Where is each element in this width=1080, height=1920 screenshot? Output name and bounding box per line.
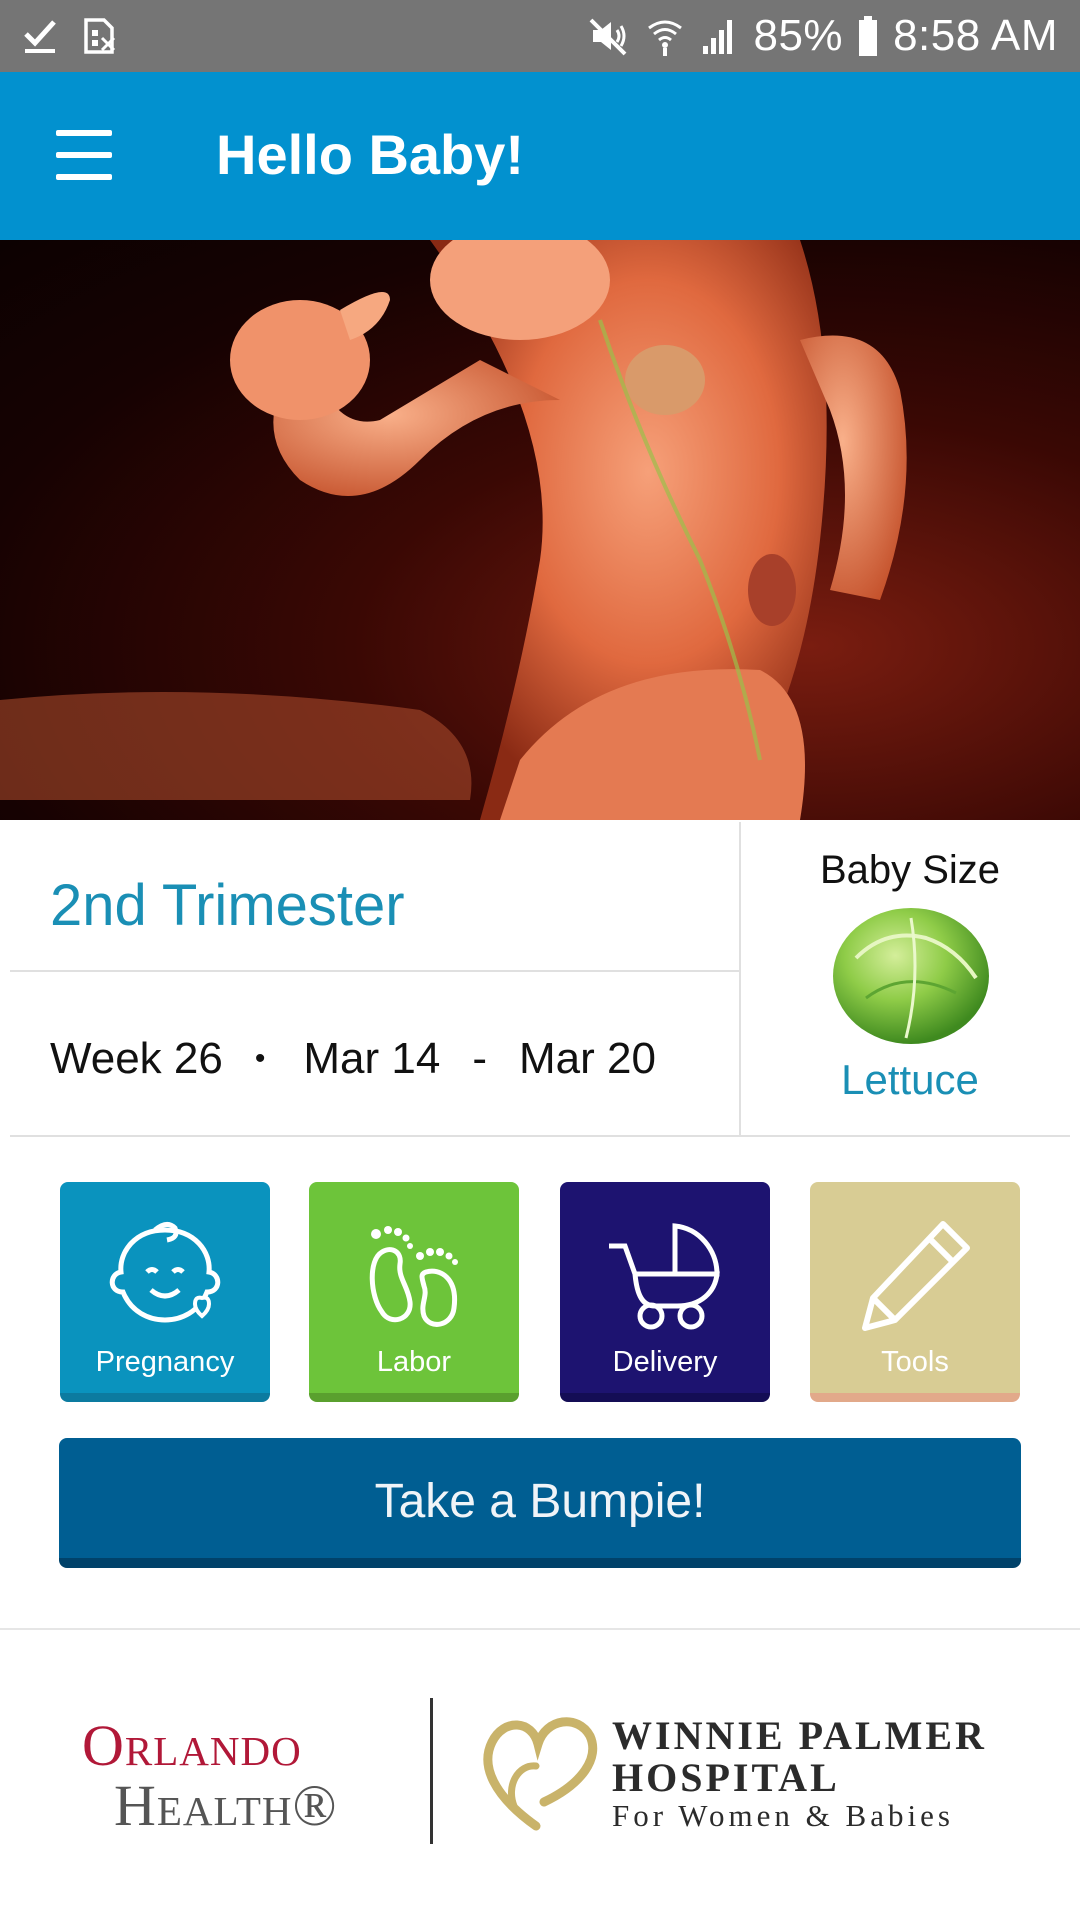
- app-title: Hello Baby!: [216, 123, 525, 186]
- divider: [10, 970, 740, 972]
- clock: 8:58 AM: [893, 11, 1058, 60]
- labor-tile-button[interactable]: Labor: [309, 1182, 519, 1402]
- pregnancy-tile-button[interactable]: Pregnancy: [60, 1182, 270, 1402]
- status-right-icons: 85% 8:58 AM: [587, 0, 1058, 72]
- range-dash: -: [472, 1034, 487, 1083]
- separator-dot: •: [254, 1042, 266, 1075]
- tile-label: Labor: [376, 1346, 452, 1378]
- winnie-logo-line3: For Women & Babies: [612, 1798, 954, 1833]
- status-left-icons: [22, 16, 118, 56]
- divider: [10, 1135, 1070, 1137]
- pencil-icon: [862, 1221, 970, 1331]
- tile-label: Pregnancy: [95, 1346, 235, 1378]
- orlando-logo-line2: Health®: [114, 1773, 338, 1838]
- hamburger-menu-icon[interactable]: [44, 122, 124, 192]
- baby-size-name[interactable]: Lettuce: [740, 1056, 1080, 1104]
- start-date: Mar 14: [303, 1034, 441, 1083]
- app-bar: Hello Baby!: [0, 72, 1080, 240]
- sim-icon: [84, 18, 116, 54]
- delivery-tile-button[interactable]: Delivery: [560, 1182, 770, 1402]
- take-bumpie-button[interactable]: Take a Bumpie!: [59, 1438, 1021, 1568]
- orlando-logo-line1: Orlando: [82, 1713, 302, 1778]
- fetus-week-26-illustration: [0, 240, 1080, 820]
- signal-icon: [703, 20, 733, 54]
- tools-tile-button[interactable]: Tools: [810, 1182, 1020, 1402]
- week-label: Week 26: [50, 1034, 223, 1083]
- take-bumpie-label: Take a Bumpie!: [374, 1475, 706, 1528]
- winnie-logo-line1: WINNIE PALMER: [612, 1713, 987, 1758]
- trimester-label: 2nd Trimester: [50, 873, 405, 938]
- winnie-logo-line2: HOSPITAL: [612, 1755, 840, 1800]
- battery-icon: [859, 16, 878, 56]
- baby-face-icon: [109, 1222, 221, 1323]
- end-date: Mar 20: [518, 1034, 656, 1083]
- battery-percent: 85%: [753, 11, 844, 60]
- stroller-icon: [609, 1223, 720, 1330]
- check-icon: [24, 20, 56, 53]
- heart-logo-icon: [483, 1717, 598, 1831]
- divider: [0, 1628, 1080, 1630]
- week-date-range: Week 26 • Mar 14 - Mar 20: [50, 1034, 656, 1084]
- status-bar: 85% 8:58 AM: [0, 0, 1080, 72]
- footprints-icon: [369, 1226, 458, 1327]
- lettuce-image[interactable]: [826, 898, 996, 1048]
- tile-label: Delivery: [612, 1346, 718, 1378]
- mute-icon: [590, 18, 627, 56]
- logo-divider: [430, 1698, 433, 1844]
- wifi-icon: [648, 20, 683, 56]
- tile-label: Tools: [881, 1346, 949, 1378]
- baby-size-label: Baby Size: [819, 848, 1001, 892]
